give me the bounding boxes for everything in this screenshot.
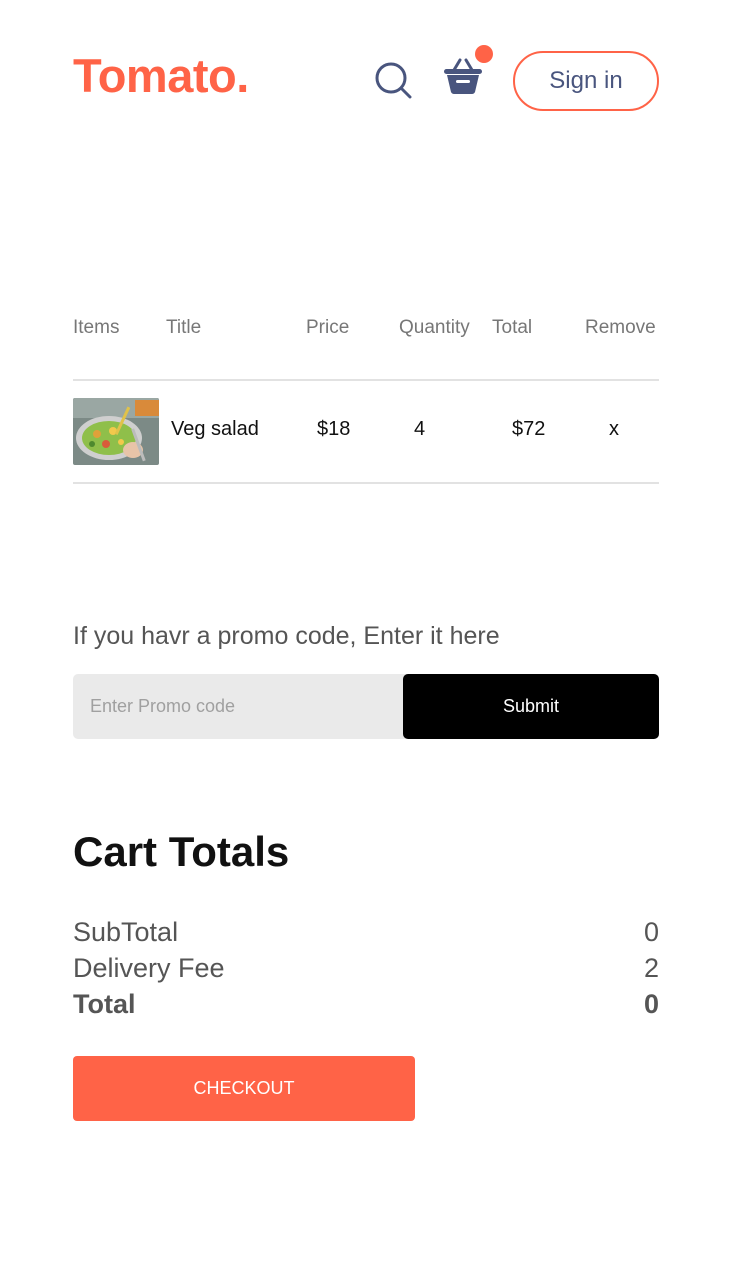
column-quantity: Quantity xyxy=(399,317,470,338)
cart-page: Tomato. Sign in Items Title Price Quanti… xyxy=(0,0,732,1280)
cart-notification-dot xyxy=(475,45,493,63)
total-row: Total 0 xyxy=(73,987,659,1021)
column-items: Items xyxy=(73,317,120,338)
item-total: $72 xyxy=(512,418,546,440)
sign-in-button[interactable]: Sign in xyxy=(513,51,659,111)
subtotal-row: SubTotal 0 xyxy=(73,915,659,949)
delivery-fee-label: Delivery Fee xyxy=(73,952,225,983)
subtotal-value: 0 xyxy=(643,916,659,947)
promo-code-form: Submit xyxy=(73,674,659,739)
remove-item-button[interactable]: x xyxy=(609,418,619,441)
cart-item-row: Veg salad $18 4 $72 x xyxy=(73,398,659,465)
subtotal-label: SubTotal xyxy=(73,916,179,947)
logo[interactable]: Tomato. xyxy=(73,48,249,103)
item-price: $18 xyxy=(317,418,351,440)
promo-submit-button[interactable]: Submit xyxy=(403,674,659,739)
column-title: Title xyxy=(166,317,202,338)
cart-table-header: Items Title Price Quantity Total Remove xyxy=(73,317,659,345)
total-value: 0 xyxy=(643,988,659,1019)
veg-salad-image xyxy=(73,398,159,465)
cart-totals-title: Cart Totals xyxy=(73,828,290,875)
checkout-button[interactable]: CHECKOUT xyxy=(73,1056,415,1121)
total-label: Total xyxy=(73,988,136,1019)
item-title: Veg salad xyxy=(171,418,259,440)
item-quantity: 4 xyxy=(414,418,426,440)
promo-code-input[interactable] xyxy=(73,674,403,739)
delivery-fee-value: 2 xyxy=(643,952,659,983)
column-remove: Remove xyxy=(585,317,656,338)
column-total: Total xyxy=(492,317,533,338)
delivery-fee-row: Delivery Fee 2 xyxy=(73,951,659,985)
basket-icon[interactable] xyxy=(443,56,483,96)
search-icon[interactable] xyxy=(374,61,412,99)
table-divider-top xyxy=(73,379,659,381)
column-price: Price xyxy=(306,317,350,338)
table-divider-bottom xyxy=(73,482,659,484)
promo-prompt: If you havr a promo code, Enter it here xyxy=(73,622,500,650)
